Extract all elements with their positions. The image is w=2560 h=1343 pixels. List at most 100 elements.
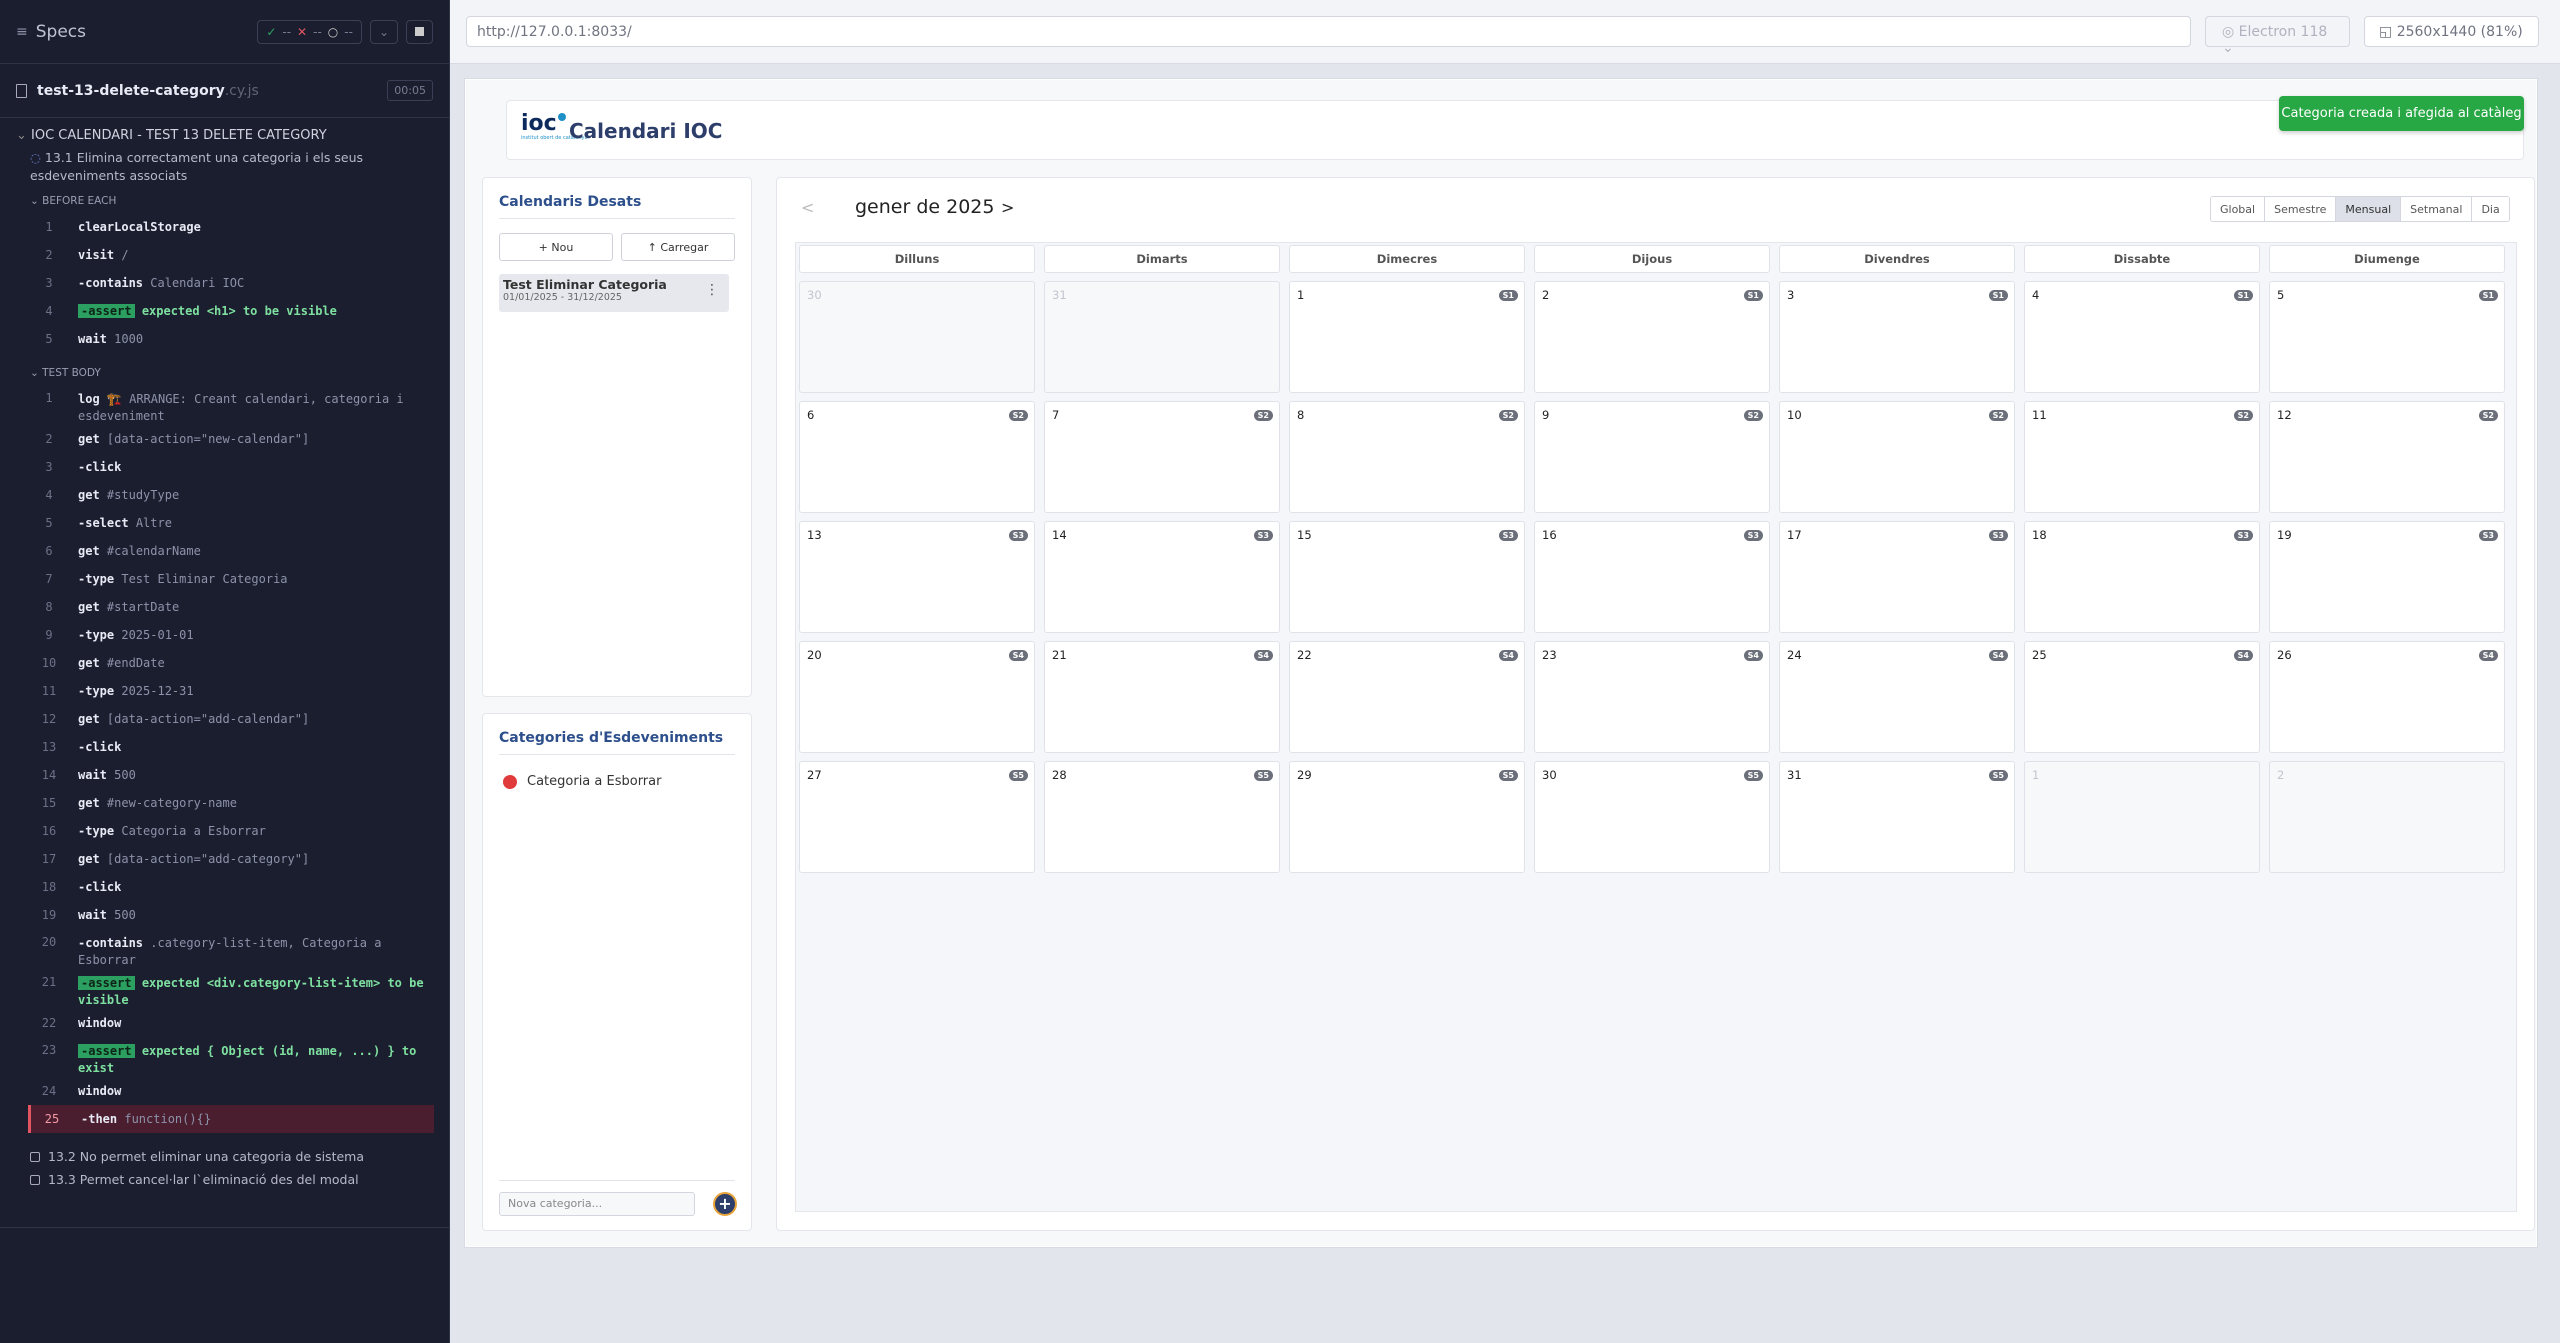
command-row[interactable]: 2 get [data-action="new-calendar"] bbox=[28, 425, 434, 453]
specs-toggle-icon[interactable]: ≡ bbox=[16, 24, 28, 40]
browser-selector[interactable]: ◎ Electron 118 ⌄ bbox=[2205, 16, 2350, 56]
command-row[interactable]: 2 visit / bbox=[28, 241, 434, 269]
prev-month-button[interactable]: < bbox=[801, 198, 814, 217]
new-calendar-button[interactable]: + Nou bbox=[499, 233, 613, 261]
command-row[interactable]: 21 -assert expected <div.category-list-it… bbox=[28, 969, 434, 1009]
before-each-header[interactable]: ⌄ BEFORE EACH bbox=[0, 185, 449, 213]
day-cell[interactable]: 3 S1 bbox=[1779, 281, 2015, 393]
day-cell[interactable]: 1 S1 bbox=[1289, 281, 1525, 393]
page-title: Calendari IOC bbox=[569, 119, 723, 143]
command-row[interactable]: 14 wait 500 bbox=[28, 761, 434, 789]
suite-title[interactable]: ⌄ IOC CALENDARI - TEST 13 DELETE CATEGOR… bbox=[0, 118, 449, 143]
view-tab-dia[interactable]: Dia bbox=[2472, 197, 2509, 221]
command-row[interactable]: 15 get #new-category-name bbox=[28, 789, 434, 817]
url-bar[interactable]: http://127.0.0.1:8033/ bbox=[466, 16, 2191, 47]
test-title[interactable]: ◌ 13.1 Elimina correctament una categori… bbox=[0, 143, 449, 185]
day-cell[interactable]: 19 S3 bbox=[2269, 521, 2505, 633]
day-cell[interactable]: 6 S2 bbox=[799, 401, 1035, 513]
test-item[interactable]: 13.3 Permet cancel·lar l`eliminació des … bbox=[0, 1164, 449, 1187]
collapse-button[interactable]: ⌄ bbox=[369, 19, 398, 44]
day-cell[interactable]: 8 S2 bbox=[1289, 401, 1525, 513]
view-tab-semestre[interactable]: Semestre bbox=[2265, 197, 2337, 221]
day-cell[interactable]: 1 bbox=[2024, 761, 2260, 873]
day-cell[interactable]: 25 S4 bbox=[2024, 641, 2260, 753]
day-cell[interactable]: 16 S3 bbox=[1534, 521, 1770, 633]
add-category-button[interactable]: + bbox=[713, 1192, 737, 1216]
day-cell[interactable]: 21 S4 bbox=[1044, 641, 1280, 753]
day-cell[interactable]: 30 S5 bbox=[1534, 761, 1770, 873]
command-row[interactable]: 4 -assert expected <h1> to be visible bbox=[28, 297, 434, 325]
new-category-input[interactable]: Nova categoria... bbox=[499, 1192, 695, 1216]
command-row[interactable]: 10 get #endDate bbox=[28, 649, 434, 677]
category-list-item[interactable]: Categoria a Esborrar bbox=[503, 774, 661, 789]
command-row[interactable]: 5 -select Altre bbox=[28, 509, 434, 537]
calendar-item-name: Test Eliminar Categoria bbox=[503, 277, 667, 292]
command-row[interactable]: 3 -click bbox=[28, 453, 434, 481]
day-cell[interactable]: 10 S2 bbox=[1779, 401, 2015, 513]
viewport-info[interactable]: ◱ 2560x1440 (81%) bbox=[2364, 16, 2539, 47]
more-options-icon[interactable]: ⋮ bbox=[705, 282, 719, 298]
command-row[interactable]: 5 wait 1000 bbox=[28, 325, 434, 353]
day-cell[interactable]: 14 S3 bbox=[1044, 521, 1280, 633]
load-calendar-button[interactable]: ↑ Carregar bbox=[621, 233, 735, 261]
command-row[interactable]: 25 -then function(){} bbox=[28, 1105, 434, 1133]
day-cell[interactable]: 31 bbox=[1044, 281, 1280, 393]
test-item[interactable]: 13.2 No permet eliminar una categoria de… bbox=[0, 1141, 449, 1164]
day-cell[interactable]: 31 S5 bbox=[1779, 761, 2015, 873]
view-tab-global[interactable]: Global bbox=[2211, 197, 2266, 221]
day-cell[interactable]: 24 S4 bbox=[1779, 641, 2015, 753]
command-row[interactable]: 20 -contains .category-list-item, Categor… bbox=[28, 929, 434, 969]
day-cell[interactable]: 23 S4 bbox=[1534, 641, 1770, 753]
day-cell[interactable]: 26 S4 bbox=[2269, 641, 2505, 753]
command-row[interactable]: 19 wait 500 bbox=[28, 901, 434, 929]
day-cell[interactable]: 18 S3 bbox=[2024, 521, 2260, 633]
day-cell[interactable]: 9 S2 bbox=[1534, 401, 1770, 513]
command-row[interactable]: 4 get #studyType bbox=[28, 481, 434, 509]
command-row[interactable]: 17 get [data-action="add-category"] bbox=[28, 845, 434, 873]
day-cell[interactable]: 29 S5 bbox=[1289, 761, 1525, 873]
command-text: get #startDate bbox=[64, 599, 434, 616]
day-cell[interactable]: 28 S5 bbox=[1044, 761, 1280, 873]
day-cell[interactable]: 12 S2 bbox=[2269, 401, 2505, 513]
command-row[interactable]: 1 clearLocalStorage bbox=[28, 213, 434, 241]
day-cell[interactable]: 5 S1 bbox=[2269, 281, 2505, 393]
command-row[interactable]: 18 -click bbox=[28, 873, 434, 901]
day-cell[interactable]: 2 S1 bbox=[1534, 281, 1770, 393]
command-row[interactable]: 11 -type 2025-12-31 bbox=[28, 677, 434, 705]
day-cell[interactable]: 30 bbox=[799, 281, 1035, 393]
command-row[interactable]: 3 -contains Calendari IOC bbox=[28, 269, 434, 297]
command-row[interactable]: 13 -click bbox=[28, 733, 434, 761]
day-cell[interactable]: 22 S4 bbox=[1289, 641, 1525, 753]
specs-title[interactable]: Specs bbox=[36, 22, 86, 42]
day-cell[interactable]: 17 S3 bbox=[1779, 521, 2015, 633]
view-tab-mensual[interactable]: Mensual bbox=[2336, 197, 2402, 221]
stop-button[interactable] bbox=[406, 19, 433, 44]
command-row[interactable]: 16 -type Categoria a Esborrar bbox=[28, 817, 434, 845]
day-cell[interactable]: 4 S1 bbox=[2024, 281, 2260, 393]
command-number: 9 bbox=[45, 628, 53, 642]
command-name: get bbox=[78, 851, 100, 866]
day-cell[interactable]: 15 S3 bbox=[1289, 521, 1525, 633]
view-tab-setmanal[interactable]: Setmanal bbox=[2401, 197, 2473, 221]
test-body-header[interactable]: ⌄ TEST BODY bbox=[0, 353, 449, 385]
day-cell[interactable]: 13 S3 bbox=[799, 521, 1035, 633]
command-name: wait bbox=[78, 331, 107, 346]
day-cell[interactable]: 27 S5 bbox=[799, 761, 1035, 873]
day-cell[interactable]: 11 S2 bbox=[2024, 401, 2260, 513]
calendar-list-item[interactable]: Test Eliminar Categoria 01/01/2025 - 31/… bbox=[499, 274, 729, 312]
day-cell[interactable]: 2 bbox=[2269, 761, 2505, 873]
day-cell[interactable]: 7 S2 bbox=[1044, 401, 1280, 513]
command-row[interactable]: 24 window bbox=[28, 1077, 434, 1105]
command-row[interactable]: 12 get [data-action="add-calendar"] bbox=[28, 705, 434, 733]
command-row[interactable]: 6 get #calendarName bbox=[28, 537, 434, 565]
command-row[interactable]: 22 window bbox=[28, 1009, 434, 1037]
day-number: 22 bbox=[1297, 648, 1312, 662]
command-row[interactable]: 1 log 🏗️ ARRANGE: Creant calendari, categ… bbox=[28, 385, 434, 425]
command-row[interactable]: 23 -assert expected { Object (id, name, .… bbox=[28, 1037, 434, 1077]
day-cell[interactable]: 20 S4 bbox=[799, 641, 1035, 753]
command-name: -contains bbox=[78, 936, 144, 950]
command-row[interactable]: 8 get #startDate bbox=[28, 593, 434, 621]
command-row[interactable]: 7 -type Test Eliminar Categoria bbox=[28, 565, 434, 593]
command-row[interactable]: 9 -type 2025-01-01 bbox=[28, 621, 434, 649]
next-month-button[interactable]: > bbox=[1001, 198, 1014, 217]
